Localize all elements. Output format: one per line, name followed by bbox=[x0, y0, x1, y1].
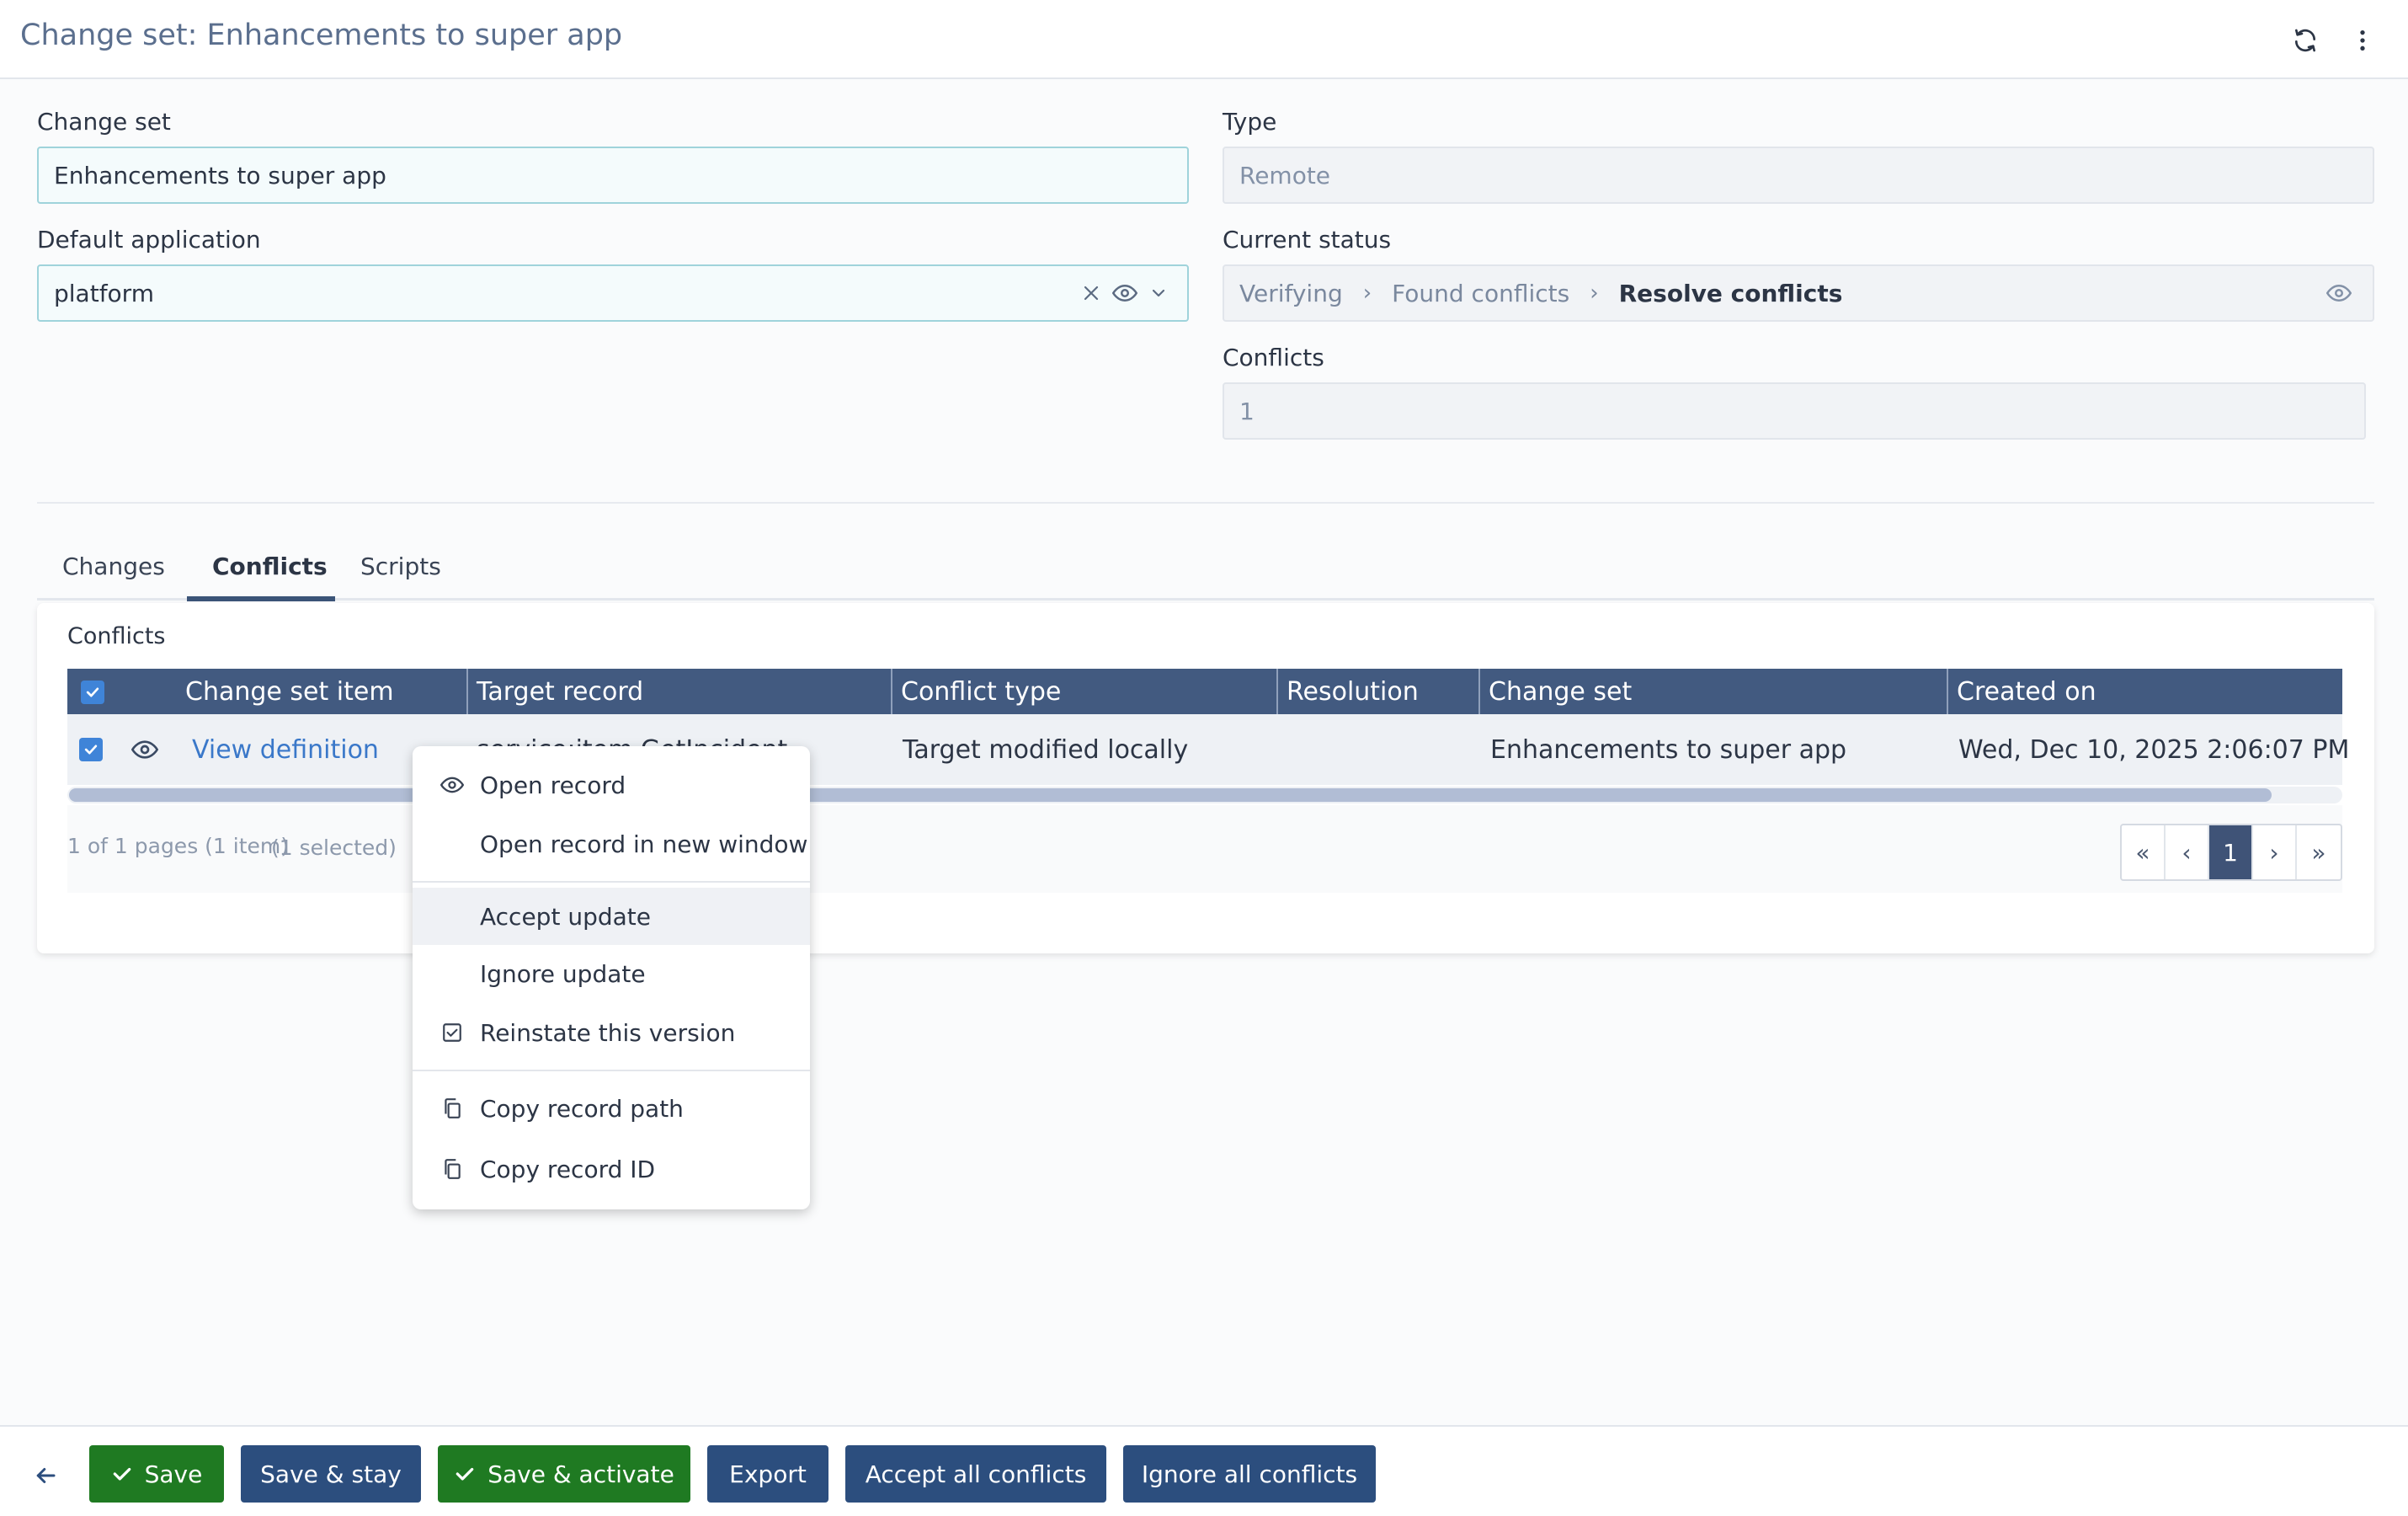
grid-title: Conflicts bbox=[67, 623, 166, 649]
next-page-button[interactable]: › bbox=[2253, 825, 2297, 879]
tab-changes[interactable]: Changes bbox=[62, 552, 165, 580]
refresh-icon[interactable] bbox=[2287, 22, 2324, 59]
selected-info: (1 selected) bbox=[271, 835, 397, 860]
column-header-change-set[interactable]: Change set bbox=[1478, 669, 1632, 714]
page-title: Change set: Enhancements to super app bbox=[20, 19, 623, 52]
section-divider bbox=[37, 502, 2374, 504]
menu-item-label: Copy record path bbox=[480, 1094, 684, 1123]
export-label: Export bbox=[729, 1460, 807, 1488]
page-info: 1 of 1 pages (1 item) bbox=[67, 834, 290, 858]
column-header-target-record[interactable]: Target record bbox=[466, 669, 643, 714]
eye-icon bbox=[440, 772, 465, 798]
save-button-label: Save bbox=[144, 1460, 203, 1488]
more-vertical-icon[interactable] bbox=[2344, 22, 2381, 59]
row-checkbox[interactable] bbox=[79, 738, 103, 761]
default-application-label: Default application bbox=[37, 226, 261, 254]
copy-icon bbox=[440, 1096, 465, 1121]
last-page-button[interactable]: » bbox=[2297, 825, 2341, 879]
active-tab-indicator bbox=[187, 596, 335, 601]
current-page-button[interactable]: 1 bbox=[2209, 825, 2253, 879]
pagination: « ‹ 1 › » bbox=[2120, 824, 2342, 881]
select-all-checkbox[interactable] bbox=[81, 681, 104, 704]
tab-scripts[interactable]: Scripts bbox=[360, 552, 441, 580]
eye-icon[interactable] bbox=[1110, 278, 1140, 308]
first-page-button[interactable]: « bbox=[2122, 825, 2166, 879]
menu-separator bbox=[413, 1070, 810, 1071]
menu-item-open-record[interactable]: Open record bbox=[413, 756, 810, 814]
cell-conflict-type: Target modified locally bbox=[903, 734, 1189, 765]
menu-item-label: Open record in new window bbox=[480, 830, 808, 858]
tabs-baseline bbox=[37, 598, 2374, 601]
menu-item-copy-record-path[interactable]: Copy record path bbox=[413, 1080, 810, 1137]
chevron-down-icon[interactable] bbox=[1143, 278, 1174, 308]
status-step-found-conflicts: Found conflicts bbox=[1392, 279, 1570, 307]
change-set-input[interactable]: Enhancements to super app bbox=[37, 147, 1189, 204]
menu-item-ignore-update[interactable]: Ignore update bbox=[413, 945, 810, 1002]
menu-item-label: Accept update bbox=[480, 902, 651, 931]
column-header-resolution[interactable]: Resolution bbox=[1276, 669, 1419, 714]
save-button[interactable]: Save bbox=[89, 1445, 224, 1503]
cell-created-on: Wed, Dec 10, 2025 2:06:07 PM bbox=[1958, 734, 2350, 765]
column-header-change-set-item[interactable]: Change set item bbox=[175, 669, 394, 714]
ignore-all-conflicts-button[interactable]: Ignore all conflicts bbox=[1123, 1445, 1376, 1503]
view-definition-link[interactable]: View definition bbox=[192, 714, 379, 785]
ignore-all-conflicts-label: Ignore all conflicts bbox=[1141, 1460, 1358, 1488]
save-and-activate-label: Save & activate bbox=[487, 1460, 674, 1488]
default-application-input[interactable]: platform bbox=[37, 264, 1189, 322]
check-icon bbox=[454, 1463, 476, 1485]
accept-all-conflicts-label: Accept all conflicts bbox=[865, 1460, 1087, 1488]
grid-footer bbox=[67, 805, 2342, 893]
copy-icon bbox=[440, 1156, 465, 1182]
conflicts-label: Conflicts bbox=[1223, 344, 1324, 371]
check-icon bbox=[111, 1463, 133, 1485]
menu-item-label: Ignore update bbox=[480, 959, 646, 988]
column-header-created-on[interactable]: Created on bbox=[1947, 669, 2096, 714]
save-and-stay-button[interactable]: Save & stay bbox=[241, 1445, 421, 1503]
cell-change-set: Enhancements to super app bbox=[1490, 734, 1847, 765]
menu-item-label: Open record bbox=[480, 771, 626, 799]
menu-item-open-record-new-window[interactable]: Open record in new window bbox=[413, 815, 810, 873]
status-eye-icon[interactable] bbox=[2324, 278, 2354, 308]
status-separator: › bbox=[1362, 280, 1372, 306]
accept-all-conflicts-button[interactable]: Accept all conflicts bbox=[845, 1445, 1106, 1503]
current-status-field: Verifying › Found conflicts › Resolve co… bbox=[1223, 264, 2374, 322]
conflicts-count-value: 1 bbox=[1239, 397, 1255, 425]
checkbox-icon bbox=[440, 1020, 465, 1045]
menu-item-label: Reinstate this version bbox=[480, 1018, 736, 1047]
current-status-label: Current status bbox=[1223, 226, 1392, 254]
menu-item-label: Copy record ID bbox=[480, 1155, 656, 1183]
previous-page-button[interactable]: ‹ bbox=[2166, 825, 2209, 879]
type-value: Remote bbox=[1239, 161, 1331, 190]
column-header-conflict-type[interactable]: Conflict type bbox=[891, 669, 1061, 714]
menu-item-accept-update[interactable]: Accept update bbox=[413, 888, 810, 945]
status-step-verifying: Verifying bbox=[1239, 279, 1343, 307]
menu-separator bbox=[413, 881, 810, 883]
save-and-activate-button[interactable]: Save & activate bbox=[438, 1445, 690, 1503]
change-set-label: Change set bbox=[37, 108, 171, 136]
export-button[interactable]: Export bbox=[707, 1445, 828, 1503]
clear-icon[interactable] bbox=[1076, 278, 1106, 308]
type-label: Type bbox=[1223, 108, 1277, 136]
arrow-left-icon[interactable] bbox=[29, 1459, 62, 1492]
tab-conflicts[interactable]: Conflicts bbox=[212, 552, 328, 580]
type-input: Remote bbox=[1223, 147, 2374, 204]
save-and-stay-label: Save & stay bbox=[260, 1460, 402, 1488]
default-application-value: platform bbox=[54, 279, 154, 307]
menu-item-reinstate-version[interactable]: Reinstate this version bbox=[413, 1004, 810, 1061]
status-step-resolve-conflicts: Resolve conflicts bbox=[1618, 279, 1843, 307]
horizontal-scrollbar-thumb[interactable] bbox=[69, 788, 2272, 802]
conflicts-count-input: 1 bbox=[1223, 382, 2366, 440]
menu-item-copy-record-id[interactable]: Copy record ID bbox=[413, 1140, 810, 1198]
change-set-value: Enhancements to super app bbox=[54, 161, 386, 190]
status-separator: › bbox=[1590, 280, 1599, 306]
row-eye-icon[interactable] bbox=[131, 736, 158, 763]
